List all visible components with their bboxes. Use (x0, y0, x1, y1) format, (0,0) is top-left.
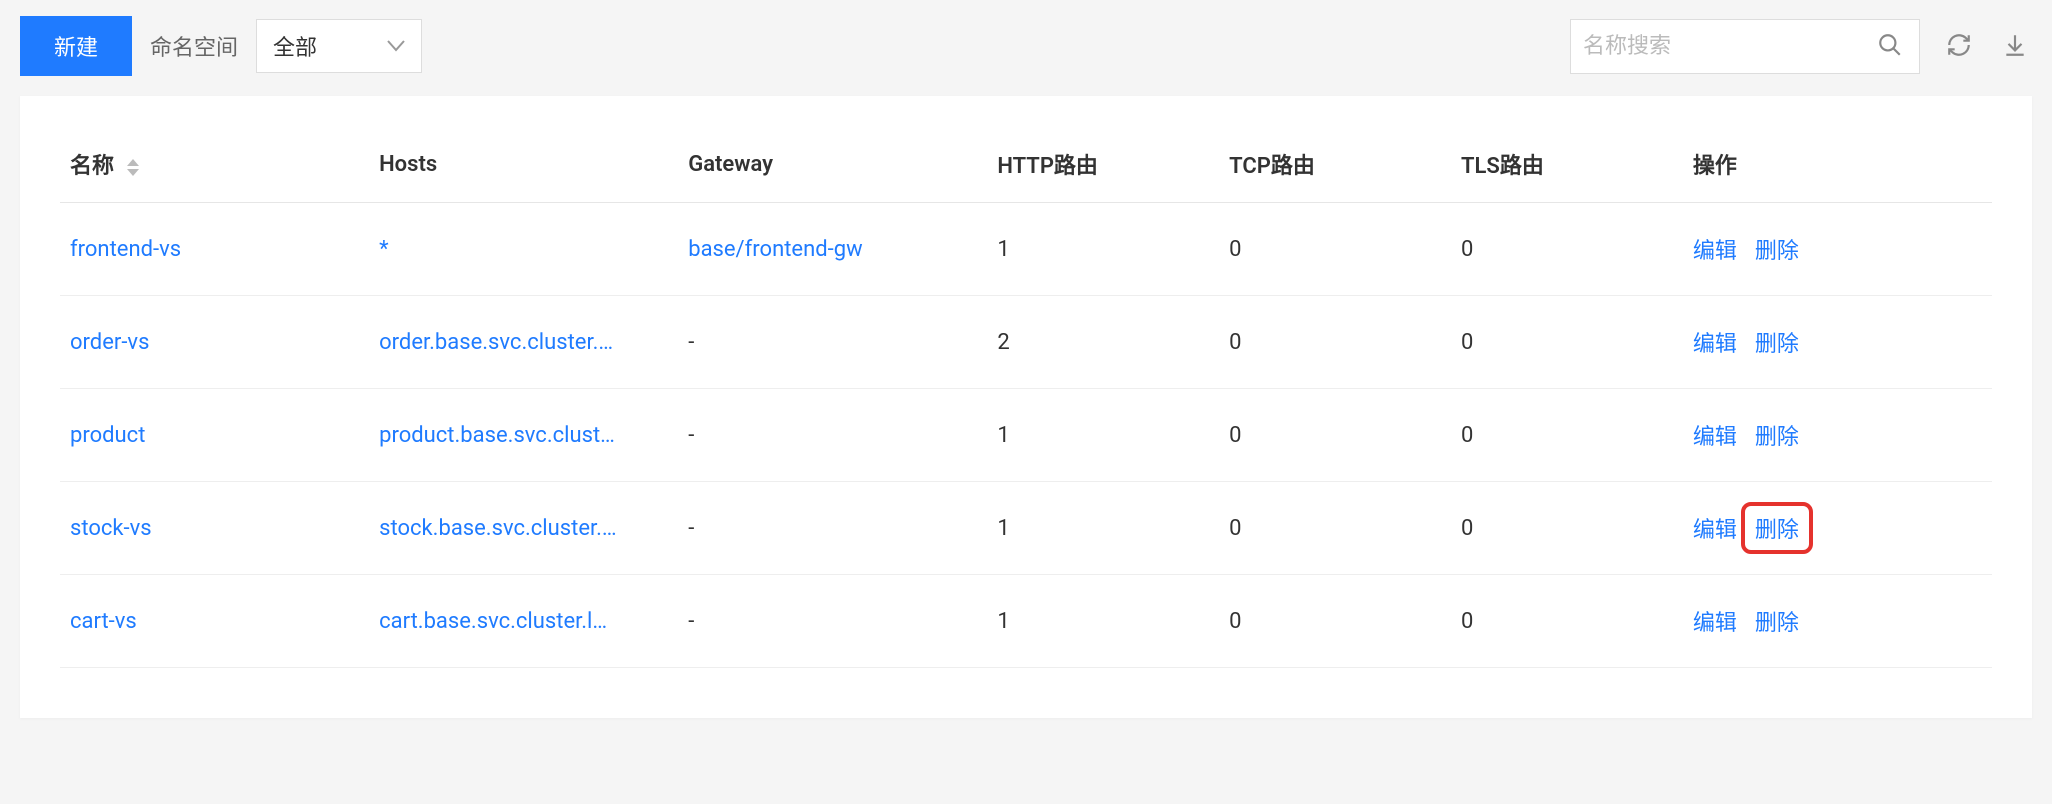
row-gateway: - (678, 389, 987, 482)
chevron-down-icon (387, 40, 405, 52)
table-row: cart-vscart.base.svc.cluster.l…-100编辑删除 (60, 575, 1992, 668)
row-http: 1 (987, 482, 1219, 575)
delete-button[interactable]: 删除 (1755, 605, 1799, 637)
row-hosts-link[interactable]: order.base.svc.cluster.… (379, 330, 613, 355)
row-hosts-link[interactable]: stock.base.svc.cluster.… (379, 516, 617, 541)
row-http: 2 (987, 296, 1219, 389)
row-tls: 0 (1451, 482, 1683, 575)
row-tls: 0 (1451, 389, 1683, 482)
search-button[interactable] (1873, 28, 1907, 65)
delete-button[interactable]: 删除 (1755, 233, 1799, 265)
col-header-name[interactable]: 名称 (60, 126, 369, 203)
row-tls: 0 (1451, 203, 1683, 296)
row-actions: 编辑删除 (1693, 326, 1982, 358)
row-name-link[interactable]: product (70, 423, 145, 448)
col-header-tcp: TCP路由 (1219, 126, 1451, 203)
col-header-tls: TLS路由 (1451, 126, 1683, 203)
row-tls: 0 (1451, 296, 1683, 389)
col-header-http: HTTP路由 (987, 126, 1219, 203)
table-row: stock-vsstock.base.svc.cluster.…-100编辑删除 (60, 482, 1992, 575)
namespace-value: 全部 (273, 30, 317, 62)
toolbar-left: 新建 命名空间 全部 (20, 16, 422, 76)
col-header-hosts: Hosts (369, 126, 678, 203)
edit-button[interactable]: 编辑 (1693, 233, 1737, 265)
row-name-link[interactable]: frontend-vs (70, 237, 181, 262)
row-gateway-link[interactable]: base/frontend-gw (688, 237, 862, 262)
row-gateway: - (678, 482, 987, 575)
virtualservice-table: 名称 Hosts Gateway HTTP路由 TCP路由 TLS路由 操作 f… (60, 126, 1992, 668)
search-icon (1877, 32, 1903, 61)
delete-button[interactable]: 删除 (1755, 419, 1799, 451)
row-actions: 编辑删除 (1693, 512, 1982, 544)
row-hosts-link[interactable]: * (379, 237, 388, 262)
table-card: 名称 Hosts Gateway HTTP路由 TCP路由 TLS路由 操作 f… (20, 96, 2032, 718)
edit-button[interactable]: 编辑 (1693, 512, 1737, 544)
row-actions: 编辑删除 (1693, 233, 1982, 265)
row-http: 1 (987, 389, 1219, 482)
search-wrap (1570, 19, 1920, 74)
row-hosts-link[interactable]: cart.base.svc.cluster.l… (379, 609, 607, 634)
row-tcp: 0 (1219, 575, 1451, 668)
table-row: productproduct.base.svc.clust…-100编辑删除 (60, 389, 1992, 482)
toolbar-right (1570, 19, 2032, 74)
row-http: 1 (987, 203, 1219, 296)
row-gateway: - (678, 575, 987, 668)
row-gateway: - (678, 296, 987, 389)
search-input[interactable] (1583, 33, 1873, 59)
table-row: order-vsorder.base.svc.cluster.…-200编辑删除 (60, 296, 1992, 389)
row-http: 1 (987, 575, 1219, 668)
namespace-select[interactable]: 全部 (256, 19, 422, 73)
edit-button[interactable]: 编辑 (1693, 419, 1737, 451)
row-tcp: 0 (1219, 203, 1451, 296)
col-header-name-label: 名称 (70, 154, 114, 179)
row-tls: 0 (1451, 575, 1683, 668)
namespace-label: 命名空间 (150, 30, 238, 62)
sort-icon (127, 159, 139, 176)
row-actions: 编辑删除 (1693, 419, 1982, 451)
delete-button[interactable]: 删除 (1755, 326, 1799, 358)
table-header-row: 名称 Hosts Gateway HTTP路由 TCP路由 TLS路由 操作 (60, 126, 1992, 203)
delete-button[interactable]: 删除 (1741, 502, 1813, 554)
row-tcp: 0 (1219, 482, 1451, 575)
row-tcp: 0 (1219, 296, 1451, 389)
refresh-button[interactable] (1942, 28, 1976, 65)
toolbar: 新建 命名空间 全部 (20, 16, 2032, 76)
row-name-link[interactable]: stock-vs (70, 516, 152, 541)
edit-button[interactable]: 编辑 (1693, 605, 1737, 637)
download-icon (2002, 32, 2028, 61)
refresh-icon (1946, 32, 1972, 61)
col-header-ops: 操作 (1683, 126, 1992, 203)
col-header-gateway: Gateway (678, 126, 987, 203)
row-hosts-link[interactable]: product.base.svc.clust… (379, 423, 615, 448)
download-button[interactable] (1998, 28, 2032, 65)
row-name-link[interactable]: order-vs (70, 330, 149, 355)
table-row: frontend-vs*base/frontend-gw100编辑删除 (60, 203, 1992, 296)
row-tcp: 0 (1219, 389, 1451, 482)
row-actions: 编辑删除 (1693, 605, 1982, 637)
new-button[interactable]: 新建 (20, 16, 132, 76)
row-name-link[interactable]: cart-vs (70, 609, 137, 634)
edit-button[interactable]: 编辑 (1693, 326, 1737, 358)
